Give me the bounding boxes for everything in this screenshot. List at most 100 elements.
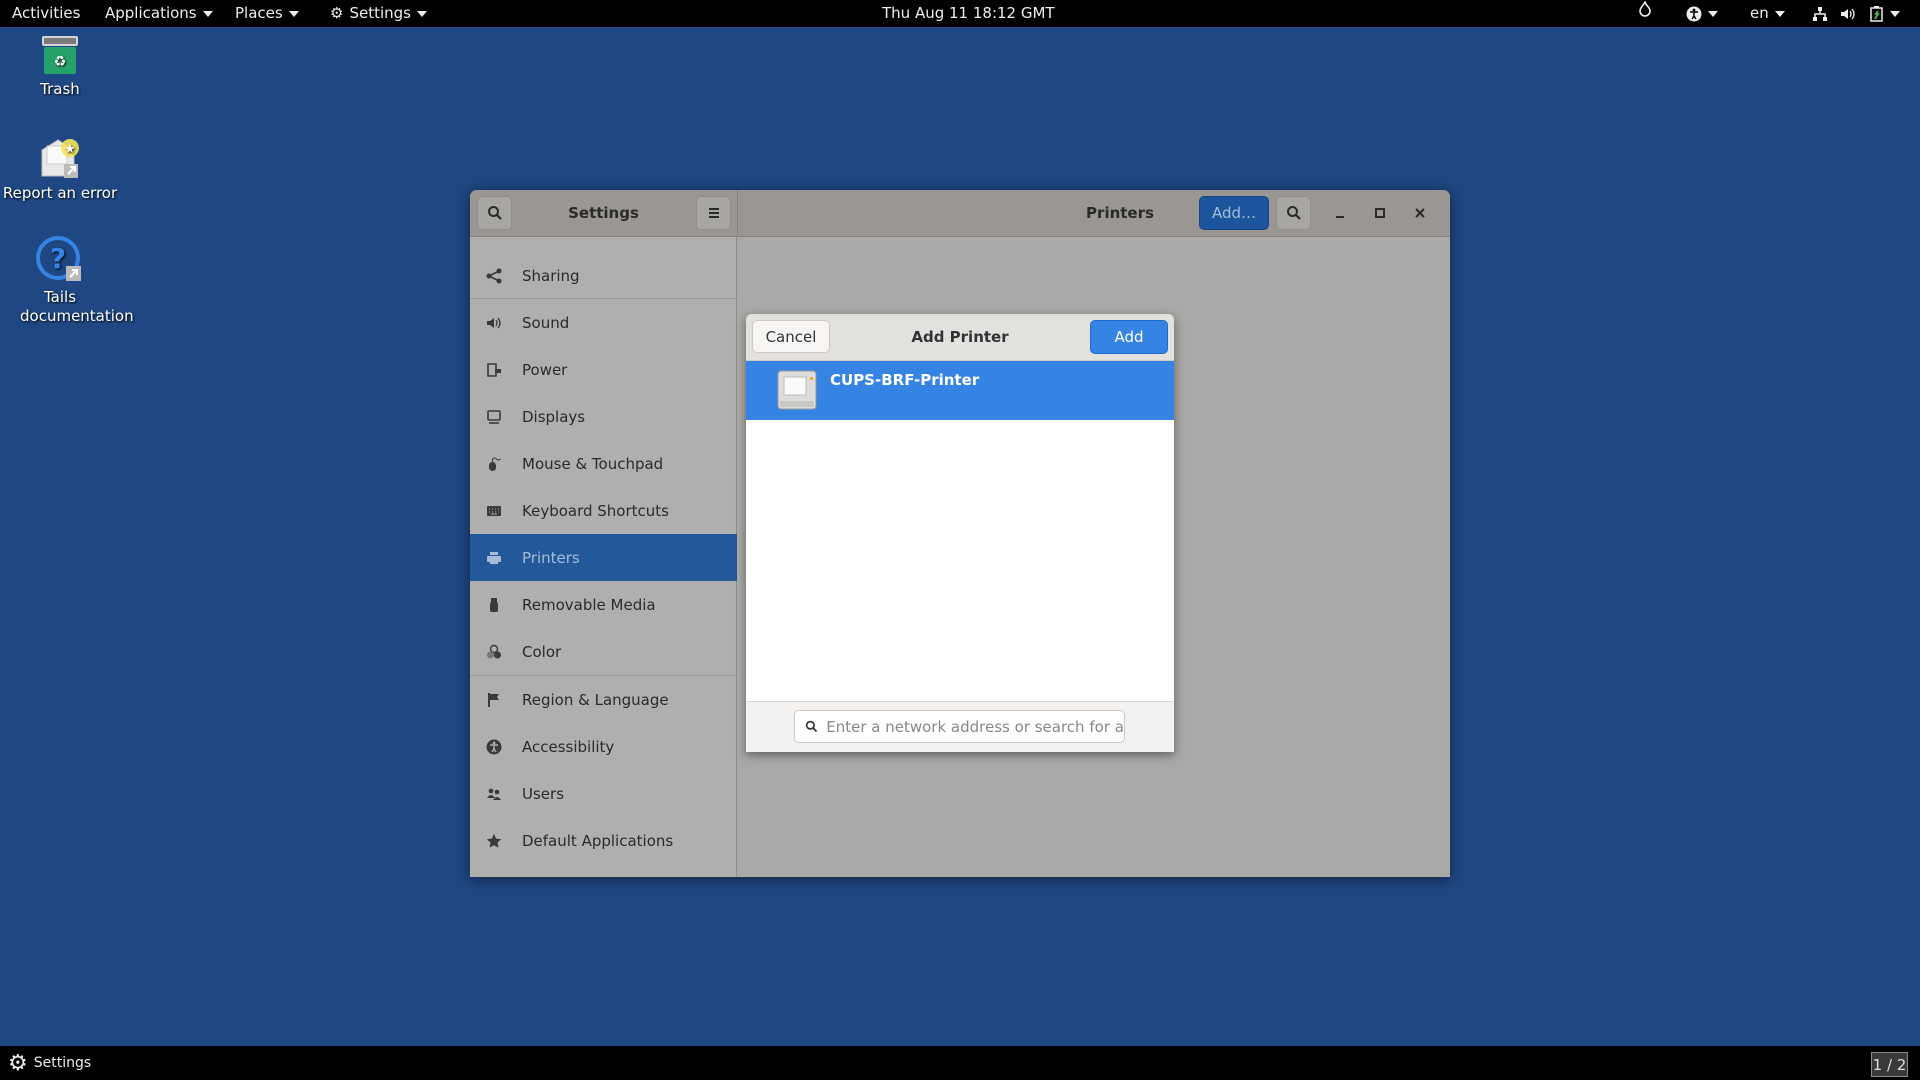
desktop-icon-label: Trash (40, 80, 80, 98)
dialog-header: Cancel Add Printer Add (746, 314, 1174, 361)
maximize-icon (1375, 208, 1385, 218)
applications-menu[interactable]: Applications (105, 0, 213, 27)
printer-search-button[interactable] (1276, 196, 1311, 230)
header-divider (737, 190, 738, 237)
sidebar-item-label: Printers (522, 548, 580, 567)
dialog-footer: Enter a network address or search for a … (746, 701, 1174, 752)
flag-icon (486, 692, 502, 708)
sidebar-item-label: Displays (522, 407, 586, 426)
color-icon (486, 644, 502, 660)
desktop-icon-trash[interactable]: ♻ Trash (0, 34, 120, 99)
sidebar-item-mouse-touchpad[interactable]: Mouse & Touchpad (470, 440, 737, 487)
sidebar-item-removable-media[interactable]: Removable Media (470, 581, 737, 628)
search-icon (487, 206, 502, 220)
tor-status-icon[interactable] (1638, 0, 1652, 27)
volume-icon[interactable] (1840, 0, 1856, 27)
sidebar-item-label: Region & Language (522, 690, 669, 709)
sidebar-item-sharing[interactable]: Sharing (470, 252, 737, 299)
sidebar-item-label: Accessibility (522, 737, 615, 756)
search-icon (1286, 206, 1301, 220)
users-icon (486, 786, 502, 802)
search-placeholder: Enter a network address or search for a … (826, 717, 1124, 736)
hamburger-icon (708, 208, 719, 218)
mouse-icon (486, 456, 502, 472)
desktop-icon-report-error[interactable]: ★ Report an error (0, 136, 120, 203)
close-icon (1415, 208, 1425, 218)
gear-icon: ⚙ (330, 4, 344, 22)
places-label: Places (235, 4, 283, 22)
chevron-down-icon (288, 10, 299, 17)
workspace-indicator[interactable]: 1 / 2 (1871, 1052, 1908, 1077)
sidebar-item-color[interactable]: Color (470, 628, 737, 675)
network-icon[interactable] (1812, 0, 1828, 27)
settings-menu-label: Settings (349, 4, 411, 22)
help-icon: ? (36, 236, 81, 281)
accessibility-icon (486, 739, 502, 755)
sidebar-item-label: Sharing (522, 266, 580, 285)
sidebar-item-users[interactable]: Users (470, 770, 737, 817)
page-title: Printers (1086, 204, 1154, 222)
window-header: Settings Printers Add… (470, 190, 1450, 237)
minimize-button[interactable] (1330, 203, 1350, 223)
printer-list (746, 420, 1174, 701)
main-menu-button[interactable] (696, 196, 731, 230)
sidebar-item-region-language[interactable]: Region & Language (470, 676, 737, 723)
sidebar-item-keyboard-shortcuts[interactable]: Keyboard Shortcuts (470, 487, 737, 534)
desktop-icon-label: Tails documentation (20, 288, 134, 325)
sidebar-item-default-applications[interactable]: Default Applications (470, 817, 737, 864)
share-icon (486, 268, 502, 284)
usb-icon (486, 597, 502, 613)
sidebar-item-label: Users (522, 784, 565, 803)
sidebar-item-printers[interactable]: Printers (470, 534, 737, 581)
sidebar-item-accessibility[interactable]: Accessibility (470, 723, 737, 770)
accessibility-icon (1686, 6, 1702, 21)
sidebar-item-label: Sound (522, 313, 570, 332)
taskbar: ⚙ Settings 1 / 2 (0, 1046, 1920, 1080)
display-icon (486, 409, 502, 425)
battery-icon (1870, 6, 1883, 22)
settings-app-menu[interactable]: ⚙ Settings (330, 0, 427, 27)
speaker-icon (486, 315, 502, 331)
gear-icon: ⚙ (8, 1050, 28, 1076)
sidebar-title: Settings (568, 204, 639, 222)
clock[interactable]: Thu Aug 11 18:12 GMT (882, 0, 1055, 27)
chevron-down-icon (1774, 10, 1785, 17)
chevron-down-icon (1890, 10, 1900, 17)
printer-list-item[interactable]: CUPS-BRF-Printer (746, 361, 1174, 420)
sidebar: Sharing Sound Power Displays Mouse & Tou… (470, 237, 737, 877)
desktop-icon-tails-documentation[interactable]: ? Tails documentation (0, 236, 134, 326)
system-menu[interactable] (1870, 0, 1900, 27)
add-button[interactable]: Add (1090, 320, 1168, 354)
search-icon (805, 720, 818, 733)
chevron-down-icon (202, 10, 213, 17)
sidebar-item-sound[interactable]: Sound (470, 299, 737, 346)
sidebar-item-label: Removable Media (522, 595, 656, 614)
sidebar-item-label: Power (522, 360, 568, 379)
chevron-down-icon (416, 10, 427, 17)
maximize-button[interactable] (1370, 203, 1390, 223)
language-menu[interactable]: en (1750, 0, 1785, 27)
add-printer-dialog: Cancel Add Printer Add CUPS-BRF-Printer … (746, 314, 1174, 752)
places-menu[interactable]: Places (235, 0, 299, 27)
sidebar-item-displays[interactable]: Displays (470, 393, 737, 440)
add-printer-button[interactable]: Add… (1199, 196, 1269, 230)
activities-button[interactable]: Activities (12, 0, 80, 27)
trash-icon: ♻ (42, 36, 78, 74)
cancel-button[interactable]: Cancel (752, 320, 830, 353)
sidebar-item-label: Color (522, 642, 562, 661)
close-button[interactable] (1410, 203, 1430, 223)
printer-search-input[interactable]: Enter a network address or search for a … (794, 710, 1125, 743)
accessibility-menu[interactable] (1686, 0, 1718, 27)
printer-icon (486, 550, 502, 566)
report-error-icon: ★ (41, 139, 79, 178)
sidebar-search-button[interactable] (477, 196, 512, 230)
dialog-title: Add Printer (911, 328, 1009, 346)
svg-text:★: ★ (64, 142, 76, 157)
taskbar-window-settings[interactable]: ⚙ Settings (8, 1046, 91, 1080)
sidebar-item-power[interactable]: Power (470, 346, 737, 393)
sidebar-item-label: Keyboard Shortcuts (522, 501, 669, 520)
keyboard-icon (486, 503, 502, 519)
top-bar: Activities Applications Places ⚙ Settings… (0, 0, 1920, 27)
sidebar-item-label: Mouse & Touchpad (522, 454, 664, 473)
chevron-down-icon (1708, 10, 1718, 17)
